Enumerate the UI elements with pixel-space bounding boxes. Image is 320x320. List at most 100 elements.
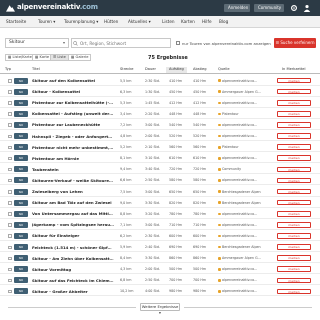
bookmark-button[interactable]: merken bbox=[277, 88, 311, 95]
bookmark-button[interactable]: merken bbox=[277, 266, 311, 273]
table-row[interactable]: SKI Skitour - Am Ziehn über Kolbensattelh… bbox=[0, 254, 320, 264]
table-row[interactable]: SKI Skitour für Einsteiger 6,2 km 2:30 Std.… bbox=[0, 231, 320, 241]
tour-title-link[interactable]: Skitour auf den Kolbensattel bbox=[32, 78, 114, 83]
nav-touren[interactable]: Touren ▾ bbox=[38, 19, 55, 24]
table-row[interactable]: SKI Skitour Vormittag 4,3 km 2:00 Std. 500 H… bbox=[0, 265, 320, 275]
tour-source[interactable]: alpenvereinaktiv.co... bbox=[218, 101, 268, 105]
table-row[interactable]: SKI Skitour - Kolbensattel 6,3 km 1:30 Std.… bbox=[0, 87, 320, 97]
row-checkbox[interactable] bbox=[8, 278, 12, 283]
table-row[interactable]: SKI Skitour - Großer Ahbeiter 10,2 km 4:00 … bbox=[0, 287, 320, 297]
login-button[interactable]: Anmelden bbox=[224, 4, 250, 12]
tour-source[interactable]: alpenvereinaktiv.co... bbox=[218, 234, 268, 238]
bookmark-button[interactable]: merken bbox=[277, 111, 311, 117]
nav-startseite[interactable]: Startseite bbox=[6, 19, 26, 24]
refine-search-button[interactable]: ☰ Suche verfeinern bbox=[274, 38, 316, 48]
tour-source[interactable]: Ammergauer Alpen G... bbox=[218, 256, 268, 260]
row-checkbox[interactable] bbox=[8, 223, 12, 227]
row-checkbox[interactable] bbox=[8, 134, 12, 138]
tour-source[interactable]: Pistentour bbox=[218, 112, 268, 116]
bookmark-button[interactable]: merken bbox=[277, 144, 311, 150]
tour-title-link[interactable]: Jägerkamp - vom Spitzingsee herauf, nach… bbox=[32, 222, 114, 227]
table-row[interactable]: SKI Pistentour zur Kolbensattelhütte (-12… bbox=[0, 98, 320, 108]
bookmark-button[interactable]: merken bbox=[277, 255, 311, 261]
row-checkbox[interactable] bbox=[8, 156, 12, 161]
column-descent[interactable]: Abstieg bbox=[193, 67, 207, 71]
bookmark-button[interactable]: merken bbox=[277, 210, 311, 217]
tour-title-link[interactable]: Skitour Vormittag bbox=[32, 267, 114, 272]
table-row[interactable]: SKI Pistentour nicht mehr unbestimmt, zum… bbox=[0, 143, 320, 153]
nav-aktuelles[interactable]: Aktuelles ▾ bbox=[128, 19, 151, 24]
bookmark-button[interactable]: merken bbox=[277, 77, 311, 84]
row-checkbox[interactable] bbox=[8, 201, 12, 205]
nav-hilfe[interactable]: Hilfe bbox=[202, 19, 212, 24]
tour-source[interactable]: alpenvereinaktiv.co... bbox=[218, 178, 268, 182]
row-checkbox[interactable] bbox=[8, 112, 12, 116]
tour-source[interactable]: Berchtesgadener Alpen bbox=[218, 201, 268, 205]
tour-title-link[interactable]: Skitour - Großer Ahbeiter bbox=[32, 289, 114, 294]
table-row[interactable]: SKI Kolbensattel - Aufstieg (unweit der P… bbox=[0, 109, 320, 119]
tour-title-link[interactable]: Skitour am Bad Tölz auf den Zwiesel bbox=[32, 200, 114, 205]
user-icon[interactable] bbox=[303, 4, 311, 12]
row-checkbox[interactable] bbox=[8, 167, 12, 172]
bookmark-button[interactable]: merken bbox=[277, 122, 311, 128]
table-row[interactable]: SKI Von Untersammergau auf das Mittlere H… bbox=[0, 209, 320, 219]
nav-tourenplanung[interactable]: Tourenplanung ▾ bbox=[64, 19, 98, 24]
nav-listen[interactable]: Listen bbox=[162, 19, 175, 24]
bookmark-button[interactable]: merken bbox=[277, 233, 311, 239]
row-checkbox[interactable] bbox=[8, 101, 12, 105]
table-row[interactable]: SKI Skitour auf das Feichteck im Chiemgau… bbox=[0, 276, 320, 286]
bookmark-button[interactable]: merken bbox=[277, 244, 311, 250]
tour-source[interactable]: Berchtesgadener Alpen bbox=[218, 190, 268, 194]
tour-source[interactable]: Pistentour bbox=[218, 145, 268, 149]
tour-source[interactable]: alpenvereinaktiv.co... bbox=[218, 267, 268, 271]
nav-huetten[interactable]: Hütten bbox=[104, 19, 118, 24]
view-gallery-button[interactable]: ▦ Galerie bbox=[68, 54, 92, 61]
tour-title-link[interactable]: Feichteck (1.514 m) - schöner Gipfelüber… bbox=[32, 245, 114, 250]
tour-title-link[interactable]: Skitour - Kolbensattel bbox=[32, 89, 114, 94]
row-checkbox[interactable] bbox=[8, 145, 12, 150]
activity-select[interactable]: Skitour ▾ bbox=[5, 38, 69, 48]
view-list-button[interactable]: ☰ Liste bbox=[50, 54, 69, 61]
bookmark-button[interactable]: merken bbox=[277, 133, 311, 139]
tour-title-link[interactable]: Pistentour zur Laubeneckhütte bbox=[32, 122, 114, 127]
table-row[interactable]: SKI Pistentour am Hörnle 8,1 km 3:10 Std. 61… bbox=[0, 154, 320, 164]
tour-source[interactable]: Community bbox=[218, 167, 268, 171]
tour-title-link[interactable]: Zwieselberg von Lehen bbox=[32, 189, 114, 194]
table-row[interactable]: SKI Skitour am Bad Tölz auf den Zwiesel 9,… bbox=[0, 198, 320, 208]
bookmark-button[interactable]: merken bbox=[277, 199, 311, 206]
bookmark-button[interactable]: merken bbox=[277, 188, 311, 195]
tour-source[interactable]: alpenvereinaktiv.co... bbox=[218, 156, 268, 160]
table-row[interactable]: SKI Skitouren-Verkauf - weiße Skitouren a… bbox=[0, 176, 320, 186]
column-source[interactable]: Quelle bbox=[218, 67, 230, 71]
tour-source[interactable]: alpenvereinaktiv.co... bbox=[218, 123, 268, 127]
table-row[interactable]: SKI Skitour auf den Kolbensattel 5,5 km 2:3… bbox=[0, 76, 320, 86]
row-checkbox[interactable] bbox=[8, 178, 12, 183]
column-distance[interactable]: Strecke bbox=[120, 67, 133, 71]
row-checkbox[interactable] bbox=[8, 212, 12, 216]
tour-title-link[interactable]: Skitour - Am Ziehn über Kolbensattelhütt… bbox=[32, 256, 114, 261]
column-type[interactable]: Typ bbox=[5, 67, 11, 71]
nav-karten[interactable]: Karten bbox=[181, 19, 195, 24]
row-checkbox[interactable] bbox=[8, 79, 12, 83]
tour-title-link[interactable]: Skitour für Einsteiger bbox=[32, 233, 114, 238]
column-duration[interactable]: Dauer bbox=[145, 67, 156, 71]
bookmark-button[interactable]: merken bbox=[277, 277, 311, 284]
table-row[interactable]: SKI Pistentour zur Laubeneckhütte 7,2 km 3:… bbox=[0, 120, 320, 130]
load-more-button[interactable]: Weitere Ergebnisse ▾ bbox=[140, 303, 180, 315]
tour-source[interactable]: alpenvereinaktiv.co... bbox=[218, 134, 268, 138]
table-row[interactable]: SKI Jägerkamp - vom Spitzingsee herauf, n… bbox=[0, 220, 320, 230]
tour-title-link[interactable]: Skitour auf das Feichteck im Chiemgau bbox=[32, 278, 114, 283]
nav-blog[interactable]: Blog bbox=[219, 19, 228, 24]
table-row[interactable]: SKI Zwieselberg von Lehen 7,5 km 3:00 Std. 6… bbox=[0, 187, 320, 197]
view-list-map-button[interactable]: ▦ Liste/Karte bbox=[5, 54, 35, 61]
tour-source[interactable]: alpenvereinaktiv.co... bbox=[218, 289, 268, 293]
tour-title-link[interactable]: Taubenstein bbox=[32, 167, 114, 172]
column-title[interactable]: Titel bbox=[32, 67, 40, 71]
row-checkbox[interactable] bbox=[8, 234, 12, 238]
bookmark-button[interactable]: merken bbox=[277, 166, 311, 173]
gear-icon[interactable] bbox=[290, 4, 298, 12]
tour-source[interactable]: Ammergauer Alpen G... bbox=[218, 90, 268, 94]
tour-title-link[interactable]: Kolbensattel - Aufstieg (unweit der Pist… bbox=[32, 111, 114, 116]
tour-source[interactable]: alpenvereinaktiv.co... bbox=[218, 212, 268, 216]
row-checkbox[interactable] bbox=[8, 90, 12, 94]
